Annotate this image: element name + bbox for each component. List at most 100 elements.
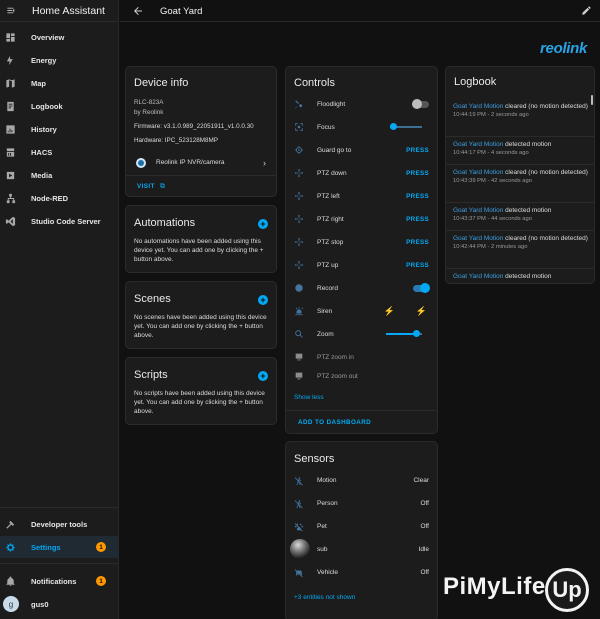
sidebar-item-label: History	[31, 124, 57, 134]
divider	[446, 136, 594, 137]
vscode-icon	[5, 216, 16, 226]
gear-icon	[6, 542, 15, 552]
sidebar-item-hacs[interactable]: HACS	[0, 141, 118, 163]
divider	[446, 202, 594, 203]
control-name: Record	[317, 284, 338, 292]
logbook-icon	[7, 101, 14, 111]
sidebar-item-history[interactable]: History	[0, 118, 118, 140]
cctv-icon	[294, 371, 304, 381]
pencil-icon[interactable]	[581, 5, 592, 16]
chart-icon	[6, 124, 15, 134]
sidebar-item-media[interactable]: Media	[0, 164, 118, 186]
slider-knob[interactable]	[413, 330, 421, 337]
log-timestamp: 10:42:44 PM - 2 minutes ago	[453, 244, 528, 250]
sidebar-item-label: Overview	[31, 32, 65, 42]
avatar[interactable]: g	[3, 596, 19, 612]
camera-thumbnail	[290, 539, 310, 559]
scrollbar-thumb[interactable]	[591, 95, 593, 105]
open-in-new-icon: ⧉	[159, 183, 165, 190]
guard-go-to-press-button[interactable]: PRESS	[406, 147, 429, 154]
log-entity-link[interactable]: Goat Yard Motion	[453, 273, 503, 280]
divider	[446, 164, 594, 165]
log-entry: Goat Yard Motion detected motion 10:43:3…	[453, 206, 591, 222]
top-bar: Goat Yard	[120, 0, 600, 22]
ptz-up-press-button[interactable]: PRESS	[406, 262, 429, 269]
sidebar-item-notifications[interactable]: Notifications 1	[0, 570, 118, 592]
sidebar-divider	[0, 507, 118, 508]
log-text: cleared (no motion detected)	[503, 169, 588, 176]
sensor-row-vehicle[interactable]: Vehicle Off	[286, 564, 437, 582]
show-less-link[interactable]: Show less	[294, 394, 324, 401]
add-automation-button[interactable]: +	[258, 219, 268, 229]
sensor-value: Clear	[413, 477, 429, 484]
sidebar-item-label: Energy	[31, 55, 57, 65]
log-timestamp: 10:44:17 PM - 4 seconds ago	[453, 150, 529, 156]
menu-collapse-icon[interactable]	[6, 4, 20, 18]
control-name: Floodlight	[317, 100, 346, 108]
log-entity-link[interactable]: Goat Yard Motion	[453, 141, 503, 148]
sidebar-item-developer-tools[interactable]: Developer tools	[0, 513, 118, 535]
device-info-card: Device info RLC-823A by Reolink Firmware…	[125, 66, 277, 197]
sidebar-item-overview[interactable]: Overview	[0, 26, 118, 48]
sidebar-item-label: HACS	[31, 147, 53, 157]
ptz-down-press-button[interactable]: PRESS	[406, 170, 429, 177]
page-title: Goat Yard	[160, 6, 203, 17]
slider-knob[interactable]	[390, 123, 398, 130]
watermark-badge: Up	[545, 568, 589, 612]
log-entry: Goat Yard Motion cleared (no motion dete…	[453, 234, 591, 250]
card-title: Sensors	[294, 453, 335, 465]
sidebar-item-node-red[interactable]: Node-RED	[0, 187, 118, 209]
visit-button[interactable]: VISIT ⧉	[137, 181, 165, 191]
sidebar-item-label: Studio Code Server	[31, 216, 101, 226]
ptz-stop-press-button[interactable]: PRESS	[406, 239, 429, 246]
record-toggle[interactable]	[413, 283, 430, 293]
log-entry: Goat Yard Motion cleared (no motion dete…	[453, 168, 591, 184]
focus-slider[interactable]	[390, 123, 422, 130]
scenes-empty-text: No scenes have been added using this dev…	[134, 314, 267, 339]
divider	[126, 175, 276, 176]
control-name: Zoom	[317, 330, 334, 338]
floodlight-toggle[interactable]	[412, 99, 429, 109]
log-timestamp: 10:43:39 PM - 42 seconds ago	[453, 178, 532, 184]
control-row-siren: Siren ⚡ ⚡	[286, 302, 437, 320]
sidebar-item-map[interactable]: Map	[0, 72, 118, 94]
more-entities-link[interactable]: +3 entities not shown	[294, 594, 355, 601]
log-entity-link[interactable]: Goat Yard Motion	[453, 169, 503, 176]
control-row-record: Record	[286, 279, 437, 297]
sensor-row-person[interactable]: Person Off	[286, 495, 437, 513]
add-script-button[interactable]: +	[258, 371, 268, 381]
control-name: Focus	[317, 123, 335, 131]
sensor-value: Off	[420, 523, 429, 530]
sidebar-item-studio-code-server[interactable]: Studio Code Server	[0, 210, 118, 232]
ptz-left-press-button[interactable]: PRESS	[406, 193, 429, 200]
log-entity-link[interactable]: Goat Yard Motion	[453, 235, 503, 242]
user-name[interactable]: gus0	[31, 600, 49, 609]
control-name: PTZ left	[317, 192, 340, 200]
control-row-guard-go-to: Guard go to PRESS	[286, 141, 437, 159]
pan-icon	[294, 260, 304, 270]
scripts-empty-text: No scripts have been added using this de…	[134, 390, 265, 415]
cctv-icon	[294, 352, 304, 362]
via-device-row[interactable]: Reolink IP NVR/camera ›	[126, 153, 276, 173]
log-entity-link[interactable]: Goat Yard Motion	[453, 103, 503, 110]
sensor-row-pet[interactable]: Pet Off	[286, 518, 437, 536]
automations-empty-text: No automations have been added using thi…	[134, 238, 264, 263]
ptz-right-press-button[interactable]: PRESS	[406, 216, 429, 223]
back-arrow-icon[interactable]	[132, 5, 144, 17]
magnify-icon	[294, 329, 304, 339]
card-title: Device info	[134, 77, 189, 89]
sensor-row-sub[interactable]: sub Idle	[286, 539, 437, 559]
sidebar-item-energy[interactable]: Energy	[0, 49, 118, 71]
log-entity-link[interactable]: Goat Yard Motion	[453, 207, 503, 214]
add-to-dashboard-button[interactable]: ADD TO DASHBOARD	[298, 419, 371, 426]
zoom-slider[interactable]	[386, 330, 422, 337]
lightning-off-icon[interactable]: ⚡	[384, 306, 395, 317]
pan-icon	[294, 168, 304, 178]
sensor-row-motion[interactable]: Motion Clear	[286, 472, 437, 490]
map-icon	[6, 78, 15, 88]
sidebar-item-logbook[interactable]: Logbook	[0, 95, 118, 117]
add-scene-button[interactable]: +	[258, 295, 268, 305]
lightning-icon[interactable]: ⚡	[416, 306, 427, 317]
sidebar-item-settings[interactable]: Settings 1	[0, 536, 118, 558]
divider	[446, 230, 594, 231]
